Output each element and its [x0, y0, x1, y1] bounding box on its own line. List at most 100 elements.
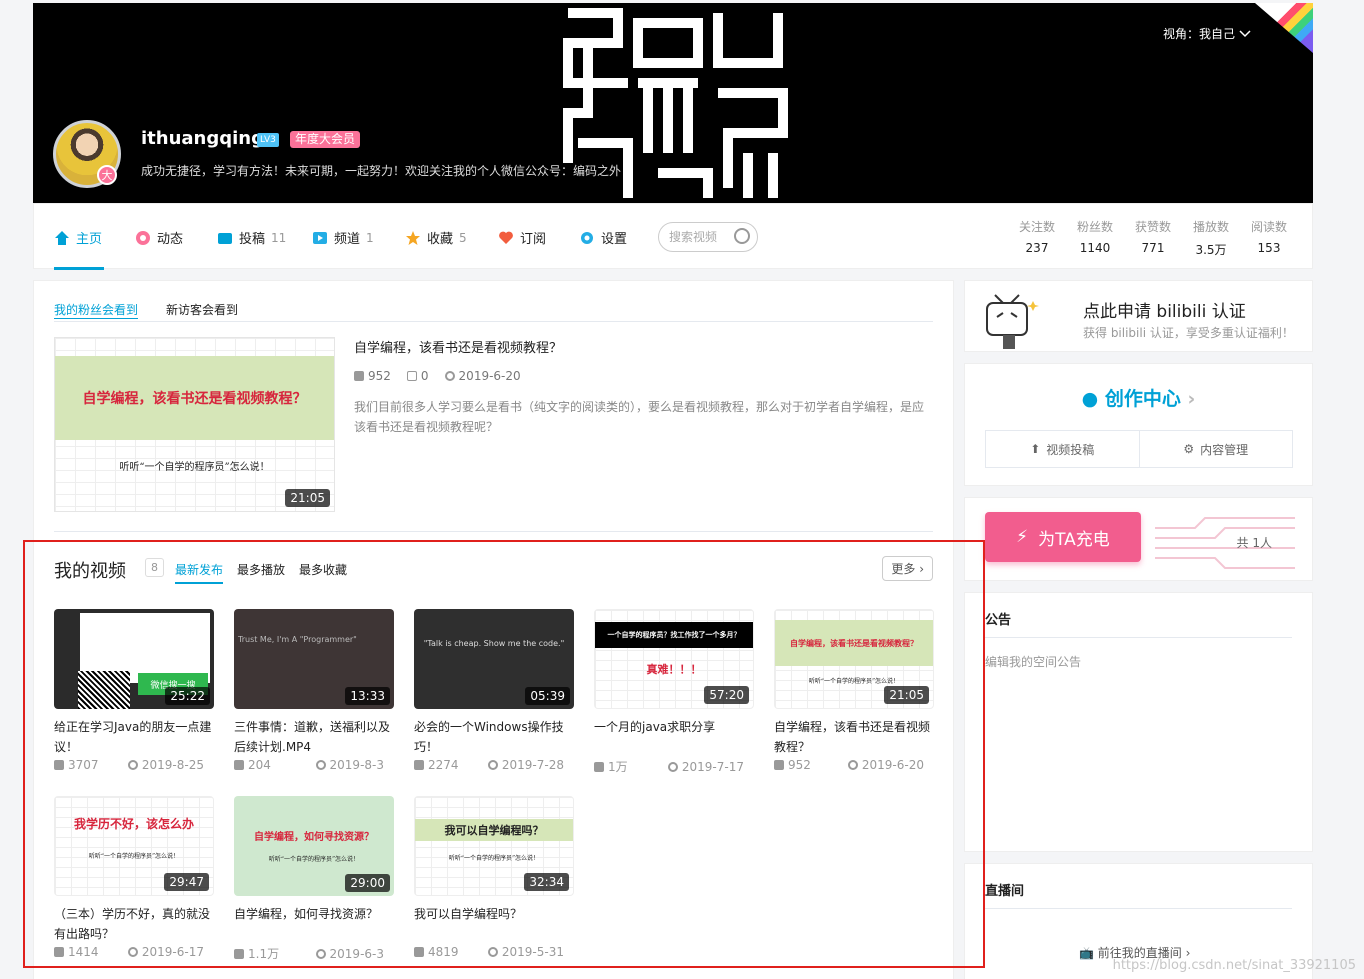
video-card[interactable]: "Talk is cheap. Show me the code." 05:39…: [414, 609, 574, 772]
tv-icon: 📺: [1079, 946, 1094, 960]
video-title[interactable]: 三件事情：道歉，送福利以及后续计划.MP4: [234, 717, 394, 757]
video-meta: 1414 2019-6-17: [54, 945, 214, 959]
vip-avatar-badge: 大: [97, 165, 117, 185]
clock-icon: [315, 948, 326, 959]
video-thumbnail[interactable]: 微信搜一搜 25:22: [54, 609, 214, 709]
nav-home[interactable]: 主页: [54, 228, 102, 247]
video-title[interactable]: （三本）学历不好，真的就没有出路吗？: [54, 904, 214, 944]
csdn-watermark: https://blog.csdn.net/sinat_33921105: [1112, 958, 1356, 973]
clock-icon: [127, 947, 138, 957]
certification-title[interactable]: 点此申请 bilibili 认证: [1083, 297, 1246, 322]
tab-fans-see[interactable]: 我的粉丝会看到: [54, 301, 139, 319]
nav-dynamic[interactable]: 动态: [135, 228, 183, 247]
nav-channels-count: 1: [366, 230, 374, 245]
video-meta: 3707 2019-8-25: [54, 758, 214, 772]
nav-favorites[interactable]: 收藏 5: [405, 228, 467, 247]
clock-icon: [667, 761, 678, 772]
video-title[interactable]: 自学编程，该看书还是看视频教程？: [774, 717, 934, 757]
video-card[interactable]: 自学编程，该看书还是看视频教程？ 听听“一个自学的程序员”怎么说！ 21:05 …: [774, 609, 934, 772]
featured-video-thumbnail[interactable]: 自学编程，该看书还是看视频教程？ 听听“一个自学的程序员”怎么说！ 21:05: [54, 337, 335, 512]
thumb-subtitle-text: 听听“一个自学的程序员”怎么说！: [119, 462, 270, 473]
publish-date: 2019-5-31: [487, 945, 564, 959]
notice-edit-input[interactable]: 编辑我的空间公告: [985, 653, 1081, 670]
video-meta: 2274 2019-7-28: [414, 758, 574, 772]
publish-date: 2019-6-3: [315, 945, 384, 962]
user-signature[interactable]: 成功无捷径，学习有方法！未来可期，一起努力！欢迎关注我的个人微信公众号：编码之外: [141, 162, 621, 179]
nav-subscriptions-label: 订阅: [520, 232, 547, 247]
video-card[interactable]: 我学历不好，该怎么办 听听“一个自学的程序员”怎么说！ 29:47 （三本）学历…: [54, 796, 214, 959]
gear-icon: [581, 231, 593, 244]
certification-card[interactable]: 点此申请 bilibili 认证 获得 bilibili 认证，享受多重认证福利…: [964, 280, 1313, 352]
space-nav-bar: 主页 动态 投稿 11 频道 1 收藏 5 订阅 设置 搜索视频 关注数 237 …: [33, 203, 1313, 270]
view-perspective-dropdown[interactable]: 视角：我自己: [1163, 25, 1251, 42]
video-card[interactable]: 微信搜一搜 25:22 给正在学习Java的朋友一点建议！ 3707 2019-…: [54, 609, 214, 772]
publish-date: 2019-7-17: [667, 758, 744, 775]
charge-card: ⚡ 为TA充电 共 1人: [964, 497, 1313, 581]
featured-video-title[interactable]: 自学编程，该看书还是看视频教程？: [354, 337, 562, 356]
thumb-title-text: Trust Me, I'm A "Programmer": [238, 635, 357, 644]
video-card[interactable]: 自学编程，如何寻找资源？ 听听“一个自学的程序员”怎么说！ 29:00 自学编程…: [234, 796, 394, 962]
vip-badge[interactable]: 年度大会员: [290, 131, 361, 148]
nav-settings[interactable]: 设置: [579, 228, 627, 247]
thumb-title-text: 自学编程，如何寻找资源？: [254, 831, 374, 843]
video-thumbnail[interactable]: 我可以自学编程吗？ 听听“一个自学的程序员”怎么说！ 32:34: [414, 796, 574, 896]
video-title[interactable]: 我可以自学编程吗？: [414, 904, 574, 944]
creator-center-link[interactable]: ● 创作中心 ›: [965, 384, 1312, 411]
play-count-value: 204: [248, 758, 271, 772]
thumb-subtitle-text: 听听“一个自学的程序员”怎么说！: [268, 855, 360, 863]
play-count-value: 952: [788, 758, 811, 772]
tab-new-visitors-see[interactable]: 新访客会看到: [166, 301, 238, 319]
video-search-container: [658, 222, 758, 252]
video-meta: 1.1万 2019-6-3: [234, 945, 394, 962]
play-icon: [414, 760, 424, 770]
charge-button[interactable]: ⚡ 为TA充电: [985, 512, 1141, 562]
creator-actions: ⬆ 视频投稿 ⚙ 内容管理: [985, 430, 1293, 468]
video-upload-button[interactable]: ⬆ 视频投稿: [986, 431, 1139, 467]
comment-icon: [406, 371, 417, 381]
video-title[interactable]: 必会的一个Windows操作技巧！: [414, 717, 574, 757]
video-thumbnail[interactable]: 一个自学的程序员？找工作找了一个多月？ 真难！！！ 57:20: [594, 609, 754, 709]
theme-corner-icon[interactable]: [1255, 3, 1313, 53]
more-label: 更多: [891, 562, 916, 576]
play-count-value: 3707: [68, 758, 99, 772]
play-count: 952: [774, 758, 811, 772]
video-thumbnail[interactable]: 我学历不好，该怎么办 听听“一个自学的程序员”怎么说！ 29:47: [54, 796, 214, 896]
publish-date-value: 2019-8-3: [329, 758, 384, 772]
video-card[interactable]: 我可以自学编程吗？ 听听“一个自学的程序员”怎么说！ 32:34 我可以自学编程…: [414, 796, 574, 959]
video-card[interactable]: Trust Me, I'm A "Programmer" 13:33 三件事情：…: [234, 609, 394, 772]
play-icon: [414, 947, 424, 957]
clock-icon: [847, 760, 858, 770]
featured-video-description: 我们目前很多人学习要么是看书（纯文字的阅读类的），要么是看视频教程，那么对于初学…: [354, 400, 925, 434]
live-room-title: 直播间: [985, 884, 1025, 899]
stat-followers[interactable]: 粉丝数 1140: [1066, 218, 1124, 258]
thumb-title-text: 我学历不好，该怎么办: [73, 816, 194, 831]
search-icon[interactable]: [734, 228, 750, 244]
home-icon: [55, 230, 69, 245]
tab-latest[interactable]: 最新发布: [175, 561, 224, 584]
level-badge: LV3: [257, 133, 279, 147]
video-title[interactable]: 一个月的java求职分享: [594, 717, 754, 757]
more-videos-button[interactable]: 更多 ›: [882, 556, 933, 581]
video-card[interactable]: 一个自学的程序员？找工作找了一个多月？ 真难！！！ 57:20 一个月的java…: [594, 609, 754, 775]
video-count-badge: 8: [145, 558, 164, 577]
video-title[interactable]: 自学编程，如何寻找资源？: [234, 904, 394, 944]
nav-uploads[interactable]: 投稿 11: [217, 228, 286, 247]
nav-subscriptions[interactable]: 订阅: [498, 228, 546, 247]
thumb-title-text: 我可以自学编程吗？: [415, 819, 573, 841]
video-title[interactable]: 给正在学习Java的朋友一点建议！: [54, 717, 214, 757]
tab-most-favorited[interactable]: 最多收藏: [299, 561, 347, 584]
featured-video-meta: 952 0 2019-6-20: [354, 369, 521, 383]
thumb-subtitle-text: 听听“一个自学的程序员”怎么说！: [88, 852, 180, 860]
content-manage-button[interactable]: ⚙ 内容管理: [1138, 431, 1293, 467]
video-thumbnail[interactable]: 自学编程，该看书还是看视频教程？ 听听“一个自学的程序员”怎么说！ 21:05: [774, 609, 934, 709]
stat-following[interactable]: 关注数 237: [1008, 218, 1066, 258]
video-thumbnail[interactable]: "Talk is cheap. Show me the code." 05:39: [414, 609, 574, 709]
publish-date: 2019-6-17: [127, 945, 204, 959]
video-thumbnail[interactable]: Trust Me, I'm A "Programmer" 13:33: [234, 609, 394, 709]
play-count: 1414: [54, 945, 99, 959]
nav-channels[interactable]: 频道 1: [312, 228, 374, 247]
video-thumbnail[interactable]: 自学编程，如何寻找资源？ 听听“一个自学的程序员”怎么说！ 29:00: [234, 796, 394, 896]
divider: [54, 321, 933, 322]
stat-value: 1140: [1079, 241, 1111, 255]
tab-most-played[interactable]: 最多播放: [237, 561, 285, 584]
